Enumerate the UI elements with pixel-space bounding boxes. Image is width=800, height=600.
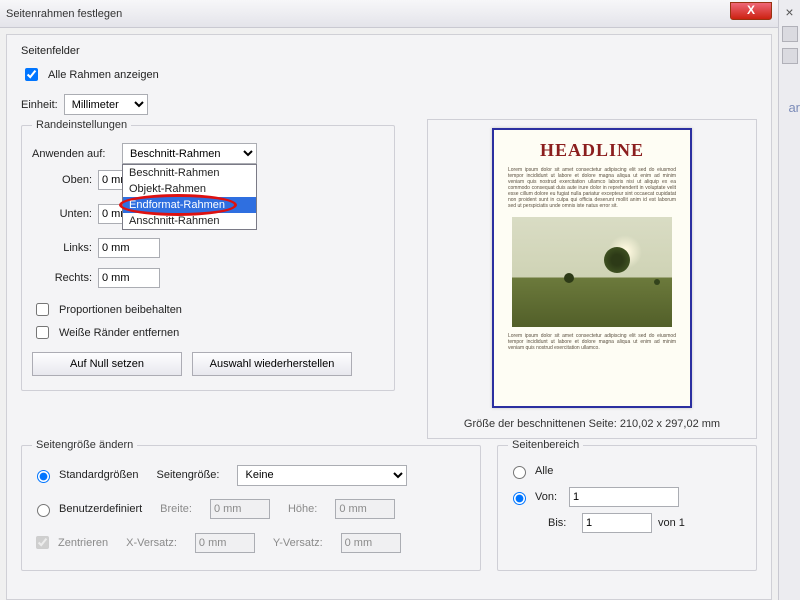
margin-settings-group: Randeinstellungen Anwenden auf: Beschnit… <box>21 119 395 391</box>
margin-right-label: Rechts: <box>32 272 92 284</box>
unit-row: Einheit: Millimeter <box>21 94 757 115</box>
show-all-frames-checkbox[interactable] <box>25 68 38 81</box>
margin-right-input[interactable] <box>98 268 160 288</box>
range-to-input[interactable] <box>582 513 652 533</box>
range-of-label: von 1 <box>658 517 685 529</box>
preview-headline: HEADLINE <box>540 140 644 161</box>
margin-top-label: Oben: <box>32 174 92 186</box>
panel-close-icon[interactable]: × <box>779 4 800 20</box>
page-range-legend: Seitenbereich <box>508 439 583 451</box>
right-panel-strip: × ar <box>778 0 800 600</box>
window-title: Seitenrahmen festlegen <box>6 8 122 20</box>
standard-sizes-option[interactable]: Standardgrößen <box>32 467 139 483</box>
custom-size-radio[interactable] <box>37 504 50 517</box>
apply-to-dropdown-list: Beschnitt-Rahmen Objekt-Rahmen Endformat… <box>122 164 257 230</box>
dropdown-option[interactable]: Objekt-Rahmen <box>123 181 256 197</box>
height-label: Höhe: <box>288 503 317 515</box>
pagesize-label: Seitengröße: <box>157 469 220 481</box>
dropdown-option-selected[interactable]: Endformat-Rahmen <box>123 197 256 213</box>
margin-bottom-label: Unten: <box>32 208 92 220</box>
remove-white-label: Weiße Ränder entfernen <box>59 327 179 339</box>
range-from-input[interactable] <box>569 487 679 507</box>
yoffset-label: Y-Versatz: <box>273 537 323 549</box>
center-option: Zentrieren <box>32 533 108 552</box>
dropdown-option[interactable]: Beschnitt-Rahmen <box>123 165 256 181</box>
dialog-body: Seitenfelder Alle Rahmen anzeigen Einhei… <box>6 34 772 600</box>
cropped-size-label: Größe der beschnittenen Seite: 210,02 x … <box>464 418 720 430</box>
window-close-button[interactable]: X <box>730 2 772 20</box>
margin-settings-legend: Randeinstellungen <box>32 119 131 131</box>
xoffset-label: X-Versatz: <box>126 537 177 549</box>
preview-body-text: Lorem ipsum dolor sit amet consectetur a… <box>508 167 676 209</box>
xoffset-input <box>195 533 255 553</box>
range-from-label: Von: <box>535 491 563 503</box>
reset-to-zero-button[interactable]: Auf Null setzen <box>32 352 182 376</box>
panel-grid-icon[interactable] <box>782 48 798 64</box>
pagesize-select[interactable]: Keine <box>237 465 407 486</box>
range-all-label: Alle <box>535 465 553 477</box>
page-preview: HEADLINE Lorem ipsum dolor sit amet cons… <box>427 119 757 439</box>
preview-page: HEADLINE Lorem ipsum dolor sit amet cons… <box>492 128 692 408</box>
center-checkbox <box>36 536 49 549</box>
standard-sizes-radio[interactable] <box>37 470 50 483</box>
remove-white-checkbox[interactable] <box>36 326 49 339</box>
preview-caption-text: Lorem ipsum dolor sit amet consectetur a… <box>508 333 676 351</box>
unit-label: Einheit: <box>21 99 58 111</box>
height-input <box>335 499 395 519</box>
margin-left-input[interactable] <box>98 238 160 258</box>
yoffset-input <box>341 533 401 553</box>
margin-left-label: Links: <box>32 242 92 254</box>
range-to-label: Bis: <box>548 517 576 529</box>
width-input <box>210 499 270 519</box>
side-tab-label[interactable]: ar <box>788 100 800 115</box>
apply-to-label: Anwenden auf: <box>32 148 116 160</box>
preview-photo <box>512 217 672 327</box>
keep-proportions-checkbox[interactable] <box>36 303 49 316</box>
range-from-radio[interactable] <box>513 492 526 505</box>
keep-proportions-label: Proportionen beibehalten <box>59 304 182 316</box>
custom-size-option[interactable]: Benutzerdefiniert <box>32 501 142 517</box>
window-titlebar: Seitenrahmen festlegen X <box>0 0 800 28</box>
width-label: Breite: <box>160 503 192 515</box>
show-all-frames-label: Alle Rahmen anzeigen <box>48 69 159 81</box>
dropdown-option[interactable]: Anschnitt-Rahmen <box>123 213 256 229</box>
panel-handle-icon[interactable] <box>782 26 798 42</box>
range-all-radio[interactable] <box>513 466 526 479</box>
page-range-group: Seitenbereich Alle Von: Bis: von 1 <box>497 439 757 571</box>
restore-selection-button[interactable]: Auswahl wiederherstellen <box>192 352 352 376</box>
apply-to-select[interactable]: Beschnitt-Rahmen <box>122 143 257 164</box>
page-size-legend: Seitengröße ändern <box>32 439 137 451</box>
unit-select[interactable]: Millimeter <box>64 94 148 115</box>
page-fields-heading: Seitenfelder <box>21 45 757 57</box>
page-size-group: Seitengröße ändern Standardgrößen Seiten… <box>21 439 481 571</box>
show-frames-row: Alle Rahmen anzeigen <box>21 65 757 84</box>
